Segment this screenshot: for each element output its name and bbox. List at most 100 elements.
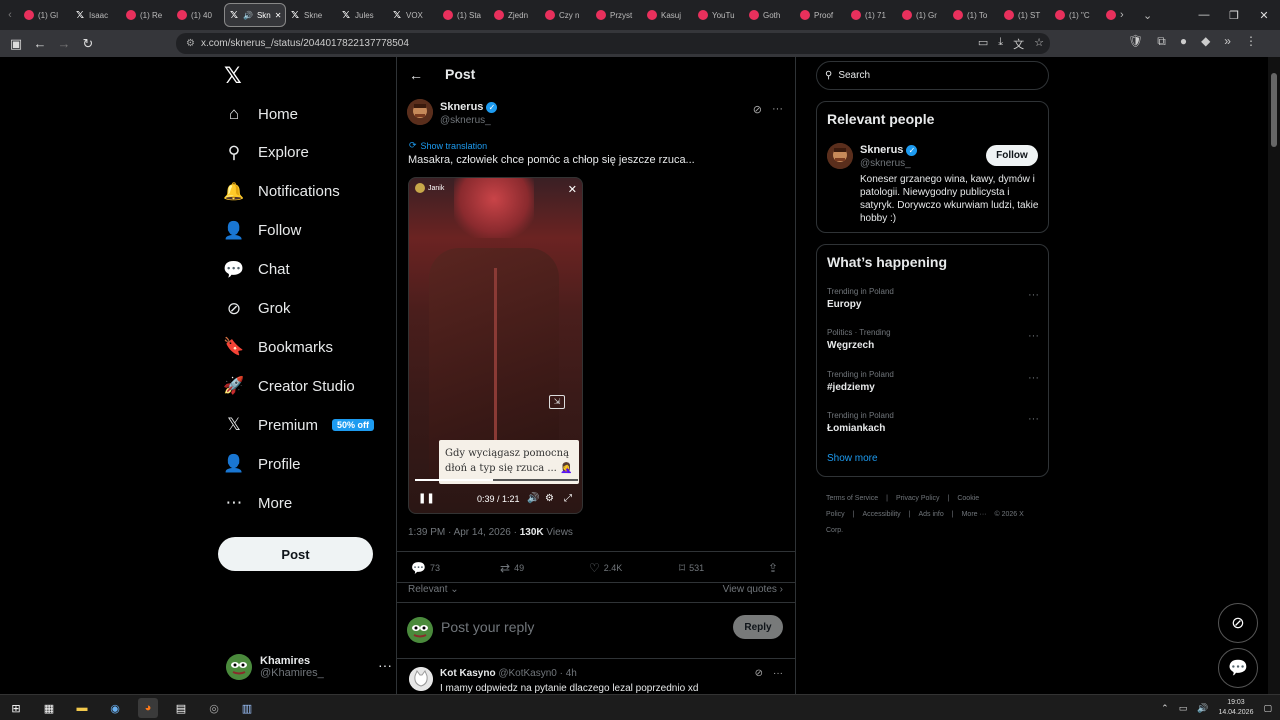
trend-item[interactable]: Trending in Poland Europy ··· [827,287,1039,310]
browser-tab[interactable] [1102,3,1120,27]
view-quotes-link[interactable]: View quotes › [723,584,783,595]
nav-item-grok[interactable]: ⊘ Grok [224,294,291,324]
more-dots-icon[interactable]: ··· [772,103,783,116]
browser-tab[interactable]: Czy n [541,3,592,27]
browser-tab[interactable]: (1) 40 [173,3,224,27]
nav-item-more[interactable]: ⋯ More [224,488,293,518]
fullscreen-icon[interactable]: ⤢ [564,493,572,504]
scrollbar-thumb[interactable] [1271,73,1277,147]
grok-icon[interactable]: ⊘ [755,668,763,679]
nav-item-notifications[interactable]: 🔔 Notifications [223,177,339,207]
tab-scroll-left-icon[interactable]: ‹ [0,9,20,21]
chevron-menu-icon[interactable]: » [1224,34,1231,49]
reply-input[interactable]: Post your reply [441,619,534,635]
file-explorer-icon[interactable]: ▬ [72,698,92,718]
pause-icon[interactable]: ❚❚ [418,493,435,504]
shield-icon[interactable]: 🛡 [1128,34,1143,49]
puzzle-icon[interactable]: ⧉ [1157,34,1166,49]
browser-tab[interactable]: YouTu [694,3,745,27]
sort-dropdown[interactable]: Relevant ⌄ [408,584,459,595]
footer-link[interactable]: More ··· [962,511,987,518]
install-app-icon[interactable]: ▭ [978,36,988,52]
like-action[interactable]: ♡ 2.4K [589,561,622,575]
nav-item-profile[interactable]: 👤 Profile [223,449,300,479]
grok-fab-button[interactable]: ⊘ [1218,603,1258,643]
restore-icon[interactable]: ❐ [1218,0,1250,30]
browser-tab[interactable]: (1) To [949,3,1000,27]
app-icon[interactable]: ◎ [204,698,224,718]
tray-chevron-icon[interactable]: ⌃ [1161,703,1169,714]
minimize-icon[interactable]: — [1188,0,1220,30]
nav-item-follow[interactable]: 👤 Follow [223,216,301,246]
x-logo-icon[interactable]: 𝕏 [224,65,246,87]
browser-tab[interactable]: 𝕏 VOX [388,3,439,27]
trend-item[interactable]: Trending in Poland #jedziemy ··· [827,370,1039,393]
translate-icon[interactable]: 文 [1013,36,1024,52]
nav-item-bookmarks[interactable]: 🔖 Bookmarks [223,332,333,362]
repost-action[interactable]: ⇄ 49 [500,561,524,575]
speaker-icon[interactable]: 🔊 [1197,703,1208,714]
trend-item[interactable]: Trending in Poland Łomiankach ··· [827,411,1039,434]
url-field[interactable]: ⚙ x.com/sknerus_/status/2044017822137778… [176,33,1050,54]
person-avatar[interactable] [827,143,853,169]
search-input[interactable]: ⚲ Search [816,61,1049,90]
show-translation-link[interactable]: ⟳ Show translation [409,140,487,151]
person-name[interactable]: Sknerus ✓ [860,144,918,156]
reply-button[interactable]: Reply [733,615,783,639]
browser-tab[interactable]: (1) Gr [898,3,949,27]
footer-link[interactable]: Accessibility [863,511,901,518]
forward-icon[interactable]: → [52,32,76,56]
browser-tab[interactable]: (1) Re [122,3,173,27]
reload-icon[interactable]: ↻ [76,32,100,56]
download-icon[interactable]: ⤓ [998,36,1003,52]
chat-fab-button[interactable]: 💬 [1218,648,1258,688]
video-player[interactable]: Janik ✕ ⇲ Gdy wyciągasz pomocną dłoń a t… [408,177,583,514]
follow-button[interactable]: Follow [986,145,1038,166]
browser-tab[interactable]: (1) ST [1000,3,1051,27]
tab-list-chevron-icon[interactable]: ⌄ [1143,0,1152,30]
notion-icon[interactable]: ▤ [171,698,191,718]
back-icon[interactable]: ← [28,32,52,56]
show-more-link[interactable]: Show more [827,453,878,464]
browser-tab[interactable]: Proof [796,3,847,27]
page-scrollbar[interactable] [1268,57,1280,694]
browser-tab[interactable]: (1) Gl [20,3,71,27]
tab-scroll-right-icon[interactable]: › [1120,0,1124,30]
reply-author-avatar[interactable] [409,667,433,691]
browser-tab[interactable]: Kasuj [643,3,694,27]
browser-tab[interactable]: Zjedn [490,3,541,27]
nav-item-creator-studio[interactable]: 🚀 Creator Studio [223,371,354,401]
footer-link[interactable]: Ads info [918,511,943,518]
browser-tab[interactable]: 𝕏 🔊 Skn ✕ [224,3,286,27]
steam-icon[interactable]: ◉ [105,698,125,718]
video-progress-bar[interactable] [415,479,578,481]
author-name[interactable]: Sknerus ✓ [440,101,498,113]
browser-menu-icon[interactable]: ⋮ [1245,34,1257,49]
share-action[interactable]: ⇪ [768,561,778,575]
browser-tab[interactable]: Goth [745,3,796,27]
browser-tab[interactable]: (1) Sta [439,3,490,27]
adblock-icon[interactable]: ● [1180,34,1187,49]
trend-item[interactable]: Politics · Trending Węgrzech ··· [827,328,1039,351]
more-dots-icon[interactable]: ··· [1028,289,1039,301]
media-player-icon[interactable]: ▦ [39,698,59,718]
browser-tab[interactable]: Przyst [592,3,643,27]
browser-tab[interactable]: (1) 71 [847,3,898,27]
reply-tweet[interactable]: Kot Kasyno @KotKasyn0 · 4h I mamy odpwie… [397,659,795,694]
calculator-icon[interactable]: ▥ [237,698,257,718]
star-bookmark-icon[interactable]: ☆ [1034,36,1044,52]
back-arrow-icon[interactable]: ← [409,67,423,83]
more-dots-icon[interactable]: ··· [378,657,392,673]
picture-in-picture-icon[interactable]: ⇲ [549,395,565,409]
account-switcher[interactable]: Khamires @Khamires_ ··· [226,649,392,685]
footer-link[interactable]: Privacy Policy [896,495,940,502]
extension-icon[interactable]: ◆ [1201,34,1210,49]
browser-tab[interactable]: 𝕏 Isaac [71,3,122,27]
sidebar-toggle-icon[interactable]: ▣ [4,32,28,56]
grok-icon[interactable]: ⊘ [753,103,762,116]
person-handle[interactable]: @sknerus_ [860,158,911,169]
post-button[interactable]: Post [218,537,373,571]
browser-tab[interactable]: 𝕏 Jules [337,3,388,27]
footer-link[interactable]: Terms of Service [826,495,878,502]
close-tab-icon[interactable]: ✕ [275,11,282,20]
